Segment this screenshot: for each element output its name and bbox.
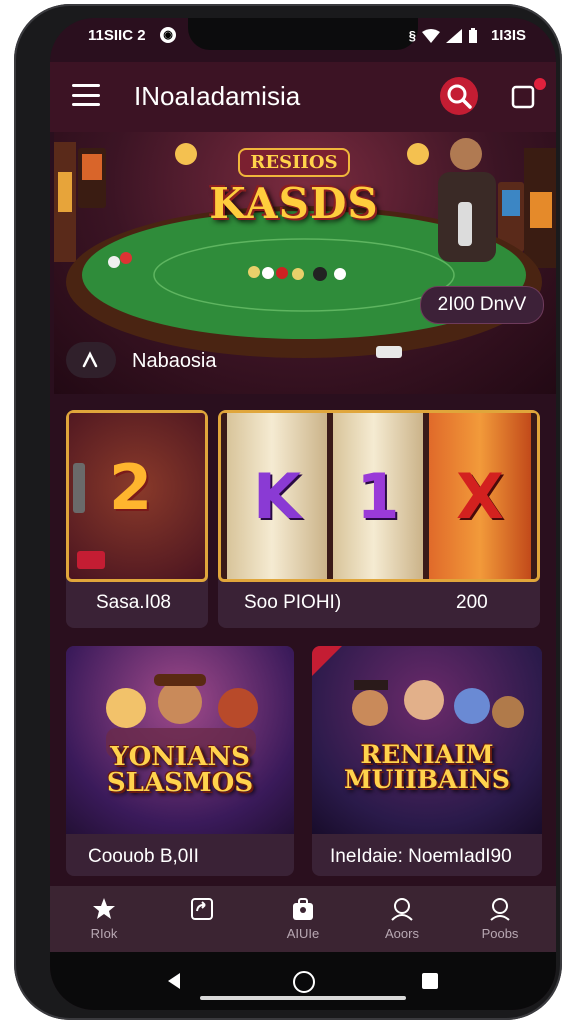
status-time: 11SIIC 2: [88, 27, 146, 44]
app-bar: INoaIadamisia: [50, 62, 556, 132]
promo-card-label: IneIdaie: NoemIadI90: [330, 846, 512, 867]
gesture-bar: [200, 996, 406, 1000]
nav-item-users[interactable]: Aoors: [362, 892, 442, 948]
game-card-label: Soo PIOHI): [244, 592, 342, 613]
home-icon[interactable]: [293, 971, 315, 993]
game-card-art: 2: [66, 410, 208, 582]
reel-symbol: 1: [356, 459, 400, 533]
alarm-icon: §: [408, 28, 416, 43]
app-notification-icon: ◉: [160, 27, 176, 43]
nav-item-wallet[interactable]: AIUIe: [263, 892, 343, 948]
slot-reels: K 1 X: [218, 410, 540, 582]
reel: X: [429, 413, 531, 579]
app-title: INoaIadamisia: [134, 81, 301, 111]
promo-card-art: YONIANS SLASMOS: [66, 646, 294, 834]
star-icon: [93, 898, 115, 919]
nav-item-refresh[interactable]: [162, 892, 242, 948]
game-grid: 2 Sasa.I08 K 1 X Soo PIOHI) 200 YONIANS …: [50, 394, 556, 884]
promo-card[interactable]: YONIANS SLASMOS Coouob B,0II: [66, 646, 294, 876]
nav-label: Poobs: [481, 926, 519, 941]
status-bar: 11SIIC 2 ◉ § 1I3IS: [50, 18, 556, 54]
search-icon: [447, 84, 472, 109]
promo-title-line: SLASMOS: [106, 768, 254, 798]
signal-icon: [446, 28, 462, 43]
reel-symbol: K: [252, 459, 302, 533]
logo-small-text: RESIIOS: [238, 148, 350, 177]
promo-title: RENIAIM MUIIBAINS: [312, 742, 542, 792]
game-symbol: 2: [109, 451, 153, 524]
play-icon: [82, 351, 98, 368]
reel: K: [227, 413, 327, 579]
camera-notch: [188, 18, 418, 50]
characters-illustration: [106, 674, 258, 758]
briefcase-icon: [293, 898, 313, 920]
bottom-nav: RIok AIUIe Aoors Poobs: [50, 886, 556, 952]
reel: 1: [333, 413, 423, 579]
game-card-value: 200: [456, 592, 488, 613]
hamburger-menu-icon[interactable]: [72, 84, 100, 106]
nav-item-profile[interactable]: Poobs: [460, 892, 540, 948]
user-icon: [391, 898, 413, 921]
game-card-label: Sasa.I08: [96, 592, 171, 613]
hero-play-button[interactable]: [66, 342, 116, 378]
notification-badge: [534, 78, 546, 90]
nav-label: AIUIe: [286, 926, 320, 941]
search-button[interactable]: [440, 77, 478, 115]
hero-caption: Nabaosia: [66, 338, 556, 384]
phone-frame: 11SIIC 2 ◉ § 1I3IS INoaIadamisia RESIIOS…: [14, 4, 562, 1020]
game-card[interactable]: 2 Sasa.I08: [66, 410, 208, 628]
refresh-icon: [191, 898, 213, 920]
promo-title-line: RENIAIM: [360, 740, 494, 769]
nav-label: Aoors: [385, 926, 419, 941]
nav-label: RIok: [90, 926, 118, 941]
promo-title-line: YONIANS: [110, 742, 250, 772]
lever-icon: [73, 463, 85, 513]
nav-item-favorites[interactable]: RIok: [64, 892, 144, 948]
recent-apps-icon[interactable]: [422, 973, 438, 989]
price-pill[interactable]: 2I00 DnvV: [420, 286, 544, 324]
promo-card-art: RENIAIM MUIIBAINS: [312, 646, 542, 834]
back-icon[interactable]: [166, 972, 182, 990]
battery-icon: [469, 28, 477, 43]
promo-card[interactable]: RENIAIM MUIIBAINS IneIdaie: NoemIadI90: [312, 646, 542, 876]
screen: 11SIIC 2 ◉ § 1I3IS INoaIadamisia RESIIOS…: [50, 18, 556, 1010]
reel-symbol: X: [456, 459, 504, 533]
promo-title: YONIANS SLASMOS: [66, 744, 294, 796]
status-icons: §: [409, 28, 478, 43]
game-card-slots[interactable]: K 1 X Soo PIOHI) 200: [218, 410, 540, 628]
wifi-icon: [422, 28, 440, 43]
game-badge: [77, 551, 105, 569]
logo-big-text: KASDS: [209, 179, 379, 228]
system-nav-bar: [50, 952, 556, 1010]
hero-caption-text: Nabaosia: [132, 350, 217, 372]
promo-card-label: Coouob B,0II: [88, 846, 199, 867]
casino-logo: RESIIOS KASDS: [184, 148, 404, 228]
profile-icon: [490, 898, 510, 921]
status-right-text: 1I3IS: [490, 27, 526, 44]
promo-title-line: MUIIBAINS: [344, 765, 510, 794]
